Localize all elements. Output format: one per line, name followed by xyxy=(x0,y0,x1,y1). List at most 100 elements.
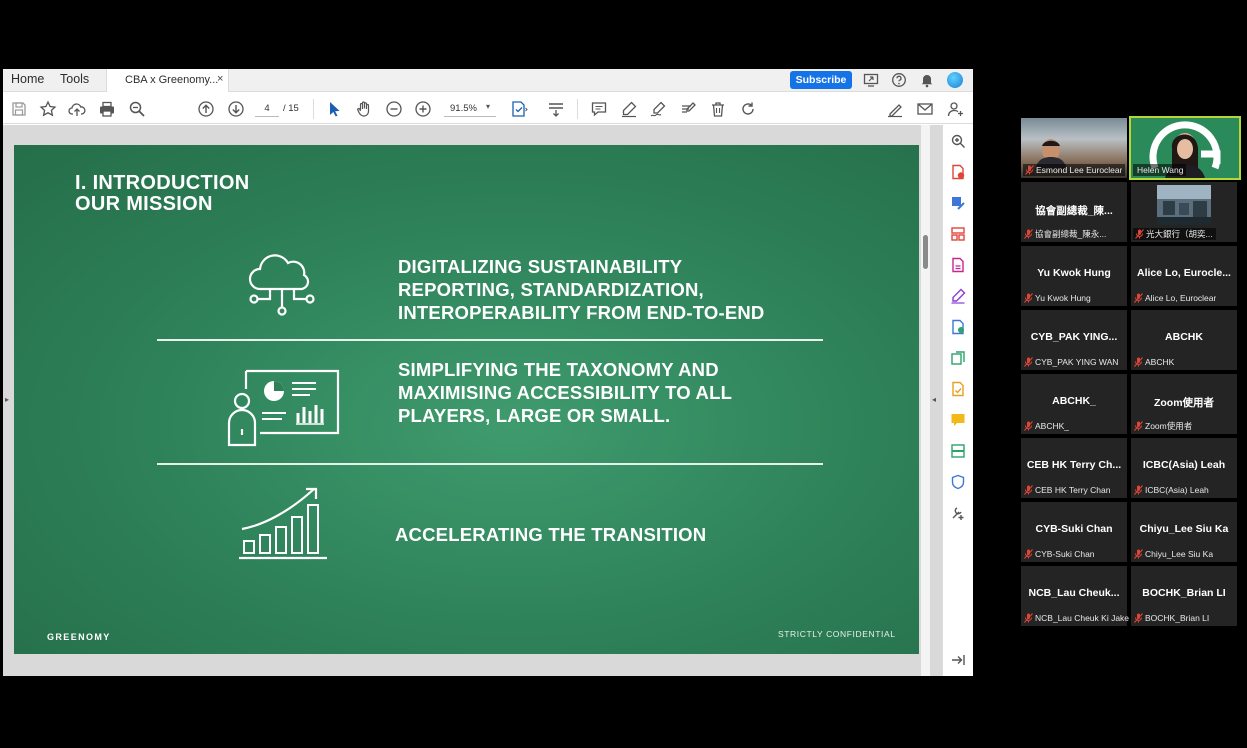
participant-label-bar: Helen Wang xyxy=(1133,164,1187,176)
slide-divider xyxy=(157,339,823,341)
participant-tile[interactable]: 光大銀行（胡奕... xyxy=(1131,182,1237,242)
participant-tile[interactable]: BOCHK_Brian LI BOCHK_Brian LI xyxy=(1131,566,1237,626)
mission-point-digitalizing: DIGITALIZING SUSTAINABILITY REPORTING, S… xyxy=(398,255,764,324)
mission-point-line: PLAYERS, LARGE OR SMALL. xyxy=(398,405,671,426)
mission-point-line: SIMPLIFYING THE TAXONOMY AND xyxy=(398,359,719,380)
email-envelope-icon[interactable] xyxy=(916,100,934,118)
help-icon[interactable] xyxy=(891,72,907,88)
participant-display-name: ABCHK_ xyxy=(1052,395,1096,407)
cloud-upload-icon[interactable] xyxy=(68,100,86,118)
fill-sign-pen-icon[interactable] xyxy=(950,288,966,304)
organize-pages-icon[interactable] xyxy=(950,226,966,242)
tools-panel xyxy=(942,125,973,676)
mission-point-line: REPORTING, STANDARDIZATION, xyxy=(398,279,704,300)
protect-document-icon[interactable] xyxy=(950,381,966,397)
subscribe-button[interactable]: Subscribe xyxy=(790,71,852,89)
bookmark-star-icon[interactable] xyxy=(39,100,57,118)
more-tools-icon[interactable] xyxy=(950,505,966,521)
close-tab-button[interactable]: × xyxy=(217,73,223,85)
account-avatar-icon[interactable] xyxy=(947,72,963,88)
fill-sign-icon[interactable] xyxy=(679,100,697,118)
participant-tile[interactable]: CYB-Suki Chan CYB-Suki Chan xyxy=(1021,502,1127,562)
participant-tile[interactable]: CYB_PAK YING... CYB_PAK YING WAN xyxy=(1021,310,1127,370)
participant-name: 光大銀行（胡奕... xyxy=(1146,229,1213,239)
rotate-icon[interactable] xyxy=(739,100,757,118)
participant-name: Yu Kwok Hung xyxy=(1035,293,1091,303)
presentation-board-icon xyxy=(227,369,340,447)
print-icon[interactable] xyxy=(98,100,116,118)
next-page-icon[interactable] xyxy=(227,100,245,118)
participant-tile[interactable]: Chiyu_Lee Siu Ka Chiyu_Lee Siu Ka xyxy=(1131,502,1237,562)
hand-tool-icon[interactable] xyxy=(355,100,373,118)
zoom-out-icon[interactable] xyxy=(385,100,403,118)
participant-name: NCB_Lau Cheuk Ki Jake xyxy=(1035,613,1130,623)
edit-pdf-icon[interactable] xyxy=(950,195,966,211)
participant-label-bar: 協會副總裁_陳永... xyxy=(1024,228,1106,240)
participant-tile[interactable]: ABCHK_ ABCHK_ xyxy=(1021,374,1127,434)
zoom-magnifier-icon[interactable] xyxy=(950,133,966,149)
vertical-scrollbar[interactable] xyxy=(921,125,930,676)
page-fit-icon[interactable] xyxy=(510,100,528,118)
right-panel-toggle-icon[interactable]: ◂ xyxy=(932,395,936,404)
request-signature-icon[interactable] xyxy=(950,319,966,335)
notification-bell-icon[interactable] xyxy=(919,72,935,88)
collapse-panel-icon[interactable] xyxy=(950,652,966,668)
comment-bubble-icon[interactable] xyxy=(950,412,966,428)
mic-muted-icon xyxy=(1024,613,1033,623)
document-tab-label: CBA x Greenomy... xyxy=(125,74,219,86)
participant-display-name: 協會副總裁_陳... xyxy=(1035,205,1113,217)
left-panel-toggle-icon[interactable]: ▸ xyxy=(5,395,9,404)
participant-tile[interactable]: Yu Kwok Hung Yu Kwok Hung xyxy=(1021,246,1127,306)
participant-name: Helen Wang xyxy=(1137,165,1184,175)
zoom-level-value: 91.5% xyxy=(450,103,477,114)
page-total: / 15 xyxy=(283,103,299,114)
share-user-icon[interactable] xyxy=(946,100,964,118)
screen-share-icon[interactable] xyxy=(863,72,879,88)
zoom-search-icon[interactable] xyxy=(128,100,146,118)
participant-tile[interactable]: ABCHK ABCHK xyxy=(1131,310,1237,370)
slide-divider xyxy=(157,463,823,465)
participant-tile[interactable]: CEB HK Terry Ch... CEB HK Terry Chan xyxy=(1021,438,1127,498)
mic-muted-icon xyxy=(1024,421,1033,431)
select-cursor-icon[interactable] xyxy=(325,100,343,118)
edit-link-icon[interactable] xyxy=(886,100,904,118)
delete-trash-icon[interactable] xyxy=(709,100,727,118)
slide-title: I. INTRODUCTION OUR MISSION xyxy=(75,173,250,215)
save-icon[interactable] xyxy=(10,100,28,118)
home-tab[interactable]: Home xyxy=(11,72,44,86)
highlight-pen-icon[interactable] xyxy=(620,100,638,118)
mic-muted-icon xyxy=(1025,165,1034,175)
participant-tile[interactable]: Zoom使用者 Zoom使用者 xyxy=(1131,374,1237,434)
acrobat-window: Home Tools CBA x Greenomy... × Subscribe xyxy=(3,69,973,676)
mission-point-line: MAXIMISING ACCESSIBILITY TO ALL xyxy=(398,382,733,403)
shield-protect-icon[interactable] xyxy=(950,474,966,490)
mic-muted-icon xyxy=(1134,293,1143,303)
export-pdf-icon[interactable] xyxy=(950,164,966,180)
slide-title-line: I. INTRODUCTION xyxy=(75,172,250,194)
participant-label-bar: ABCHK xyxy=(1134,356,1174,368)
previous-page-icon[interactable] xyxy=(197,100,215,118)
draw-signature-icon[interactable] xyxy=(649,100,667,118)
tools-tab[interactable]: Tools xyxy=(60,72,89,86)
zoom-level-select[interactable]: 91.5% ▾ xyxy=(444,101,496,117)
mic-muted-icon xyxy=(1024,485,1033,495)
zoom-in-icon[interactable] xyxy=(414,100,432,118)
create-pdf-icon[interactable] xyxy=(950,257,966,273)
participant-tile[interactable]: ICBC(Asia) Leah ICBC(Asia) Leah xyxy=(1131,438,1237,498)
participant-tile-active-speaker[interactable]: Helen Wang xyxy=(1129,116,1241,180)
scroll-mode-icon[interactable] xyxy=(547,100,565,118)
participant-tile[interactable]: 協會副總裁_陳... 協會副總裁_陳永... xyxy=(1021,182,1127,242)
export-sheet-icon[interactable] xyxy=(950,350,966,366)
participant-tile[interactable]: Esmond Lee Euroclear xyxy=(1021,118,1127,178)
confidential-label: STRICTLY CONFIDENTIAL xyxy=(778,629,896,639)
document-viewer[interactable]: ▸ I. INTRODUCTION OUR MISSION DIGITALIZI… xyxy=(3,125,942,676)
participant-tile[interactable]: NCB_Lau Cheuk... NCB_Lau Cheuk Ki Jake xyxy=(1021,566,1130,626)
document-tab[interactable]: CBA x Greenomy... × xyxy=(106,69,229,92)
page-number-input[interactable] xyxy=(255,101,279,117)
scan-ocr-icon[interactable] xyxy=(950,443,966,459)
comment-icon[interactable] xyxy=(590,100,608,118)
participant-tile[interactable]: Alice Lo, Euroclе... Alice Lo, Euroclear xyxy=(1131,246,1237,306)
participant-display-name: CEB HK Terry Ch... xyxy=(1026,459,1122,471)
participant-display-name: Yu Kwok Hung xyxy=(1037,267,1111,279)
scrollbar-thumb[interactable] xyxy=(923,235,928,269)
